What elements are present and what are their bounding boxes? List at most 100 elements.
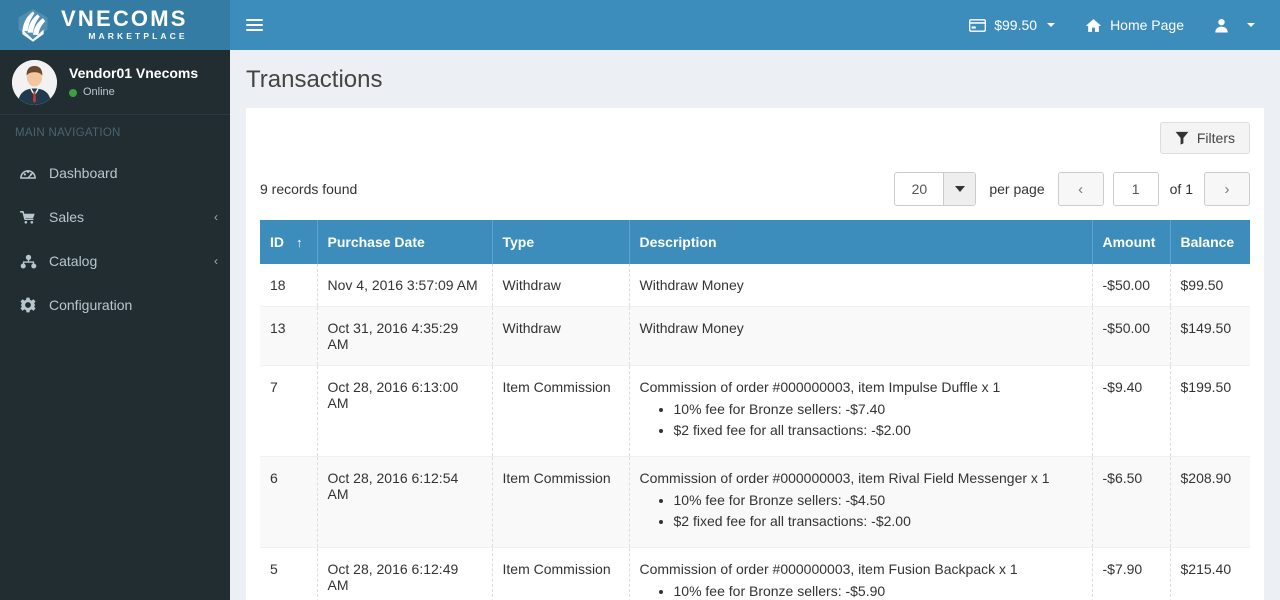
brand-logo-bar[interactable]: VNECOMS MARKETPLACE [0,0,230,50]
cell-purchase-date: Oct 31, 2016 4:35:29 AM [317,306,493,366]
sidebar-toggle-button[interactable] [230,0,278,50]
sidebar-item-chevron: ‹ [214,254,218,268]
table-header: ID ↑ Purchase Date Type Description Amoun… [260,220,1250,264]
chevron-down-icon [943,173,976,205]
sidebar-item-label: Configuration [49,297,133,313]
cell-description: Commission of order #000000003, item Fus… [629,547,1093,600]
cell-description: Withdraw Money [629,264,1093,307]
filters-button-label: Filters [1196,130,1235,146]
fee-item: 10% fee for Bronze sellers: -$4.50 [674,492,1082,508]
table-row[interactable]: 6 Oct 28, 2016 6:12:54 AM Item Commission C… [260,456,1250,548]
content-area: Transactions Filters 9 records found 20 … [230,50,1280,600]
records-found-label: 9 records found [260,181,358,197]
fee-item: $2 fixed fee for all transactions: -$2.0… [674,513,1082,529]
chevron-left-icon: ‹ [1078,180,1084,198]
user-icon [1215,18,1228,33]
per-page-select-value: 20 [911,181,928,197]
table-row[interactable]: 5 Oct 28, 2016 6:12:49 AM Item Commission C… [260,547,1250,600]
credit-card-icon [969,18,987,32]
brand-text: VNECOMS MARKETPLACE [61,7,188,43]
cell-type: Item Commission [492,547,630,600]
description-text: Commission of order #000000003, item Fus… [639,561,1018,577]
cell-balance: $99.50 [1170,264,1250,307]
gear-icon [17,297,39,313]
sidebar-user-info: Vendor01 Vnecoms Online [69,65,198,100]
table-row[interactable]: 18 Nov 4, 2016 3:57:09 AM Withdraw Withdraw… [260,264,1250,307]
cell-purchase-date: Oct 28, 2016 6:13:00 AM [317,365,493,457]
description-text: Commission of order #000000003, item Imp… [639,379,1001,395]
brand-subtitle: MARKETPLACE [88,30,188,41]
transactions-panel: Filters 9 records found 20 per page ‹ 1 … [246,108,1264,600]
cell-description: Withdraw Money [629,306,1093,366]
sort-ascending-icon: ↑ [296,235,303,250]
cell-purchase-date: Nov 4, 2016 3:57:09 AM [317,264,493,307]
table-row[interactable]: 7 Oct 28, 2016 6:13:00 AM Item Commission C… [260,365,1250,457]
cell-amount: -$7.90 [1092,547,1171,600]
cell-type: Withdraw [492,264,630,307]
navbar-balance-menu[interactable]: $99.50 [954,0,1070,50]
toolbar: Filters [260,122,1250,154]
cell-balance: $199.50 [1170,365,1250,457]
description-text: Commission of order #000000003, item Riv… [639,470,1050,486]
total-pages-label: of 1 [1169,181,1193,197]
sidebar-item-label: Sales [49,209,85,225]
cell-amount: -$6.50 [1092,456,1171,548]
navbar-balance-label: $99.50 [994,17,1038,33]
dashboard-icon [17,166,39,181]
page-number-input[interactable] [1112,172,1159,206]
sidebar-user-status-label: Online [83,86,115,99]
sidebar-item-dashboard[interactable]: Dashboard [0,151,230,195]
sidebar-item-catalog[interactable]: Catalog ‹ [0,239,230,283]
table-row[interactable]: 13 Oct 31, 2016 4:35:29 AM Withdraw Withdra… [260,306,1250,366]
page-title: Transactions [246,66,383,93]
table-body: 18 Nov 4, 2016 3:57:09 AM Withdraw Withdraw… [260,264,1250,600]
description-text: Withdraw Money [639,320,744,336]
sidebar-user-panel[interactable]: Vendor01 Vnecoms Online [0,50,230,115]
fee-breakdown-list: 10% fee for Bronze sellers: -$5.90$2 fix… [640,583,1082,600]
sitemap-icon [17,254,39,269]
previous-page-button[interactable]: ‹ [1057,172,1104,206]
fee-breakdown-list: 10% fee for Bronze sellers: -$7.40 $2 fix… [640,401,1082,438]
chevron-down-icon [1247,23,1255,27]
panel-body: Filters 9 records found 20 per page ‹ 1 … [246,108,1264,600]
cell-amount: -$50.00 [1092,264,1171,307]
cell-id: 6 [260,456,318,548]
description-text: Withdraw Money [639,277,744,293]
sidebar-item-label: Catalog [49,253,98,269]
column-header-balance[interactable]: Balance [1170,220,1250,264]
hamburger-icon [245,16,263,34]
cell-id: 7 [260,365,318,457]
chevron-down-icon [1047,23,1056,27]
application-root: VNECOMS MARKETPLACE $99.50 Home Page Ven… [0,0,1280,600]
sidebar: Vendor01 Vnecoms Online MAIN NAVIGATION … [0,50,230,600]
sidebar-user-name: Vendor01 Vnecoms [69,64,199,81]
next-page-button[interactable]: › [1204,172,1250,206]
navbar-user-menu[interactable] [1199,0,1270,50]
per-page-select[interactable]: 20 [894,172,977,206]
sidebar-item-sales[interactable]: Sales ‹ [0,195,230,239]
fee-breakdown-list: 10% fee for Bronze sellers: -$4.50 $2 fix… [640,492,1082,529]
pagination-controls: 20 per page ‹ of 1 › [894,172,1250,206]
vnecoms-leaf-logo-icon [18,9,48,42]
cell-amount: -$50.00 [1092,306,1171,366]
cell-type: Item Commission [492,365,630,457]
filters-button[interactable]: Filters [1159,122,1250,154]
per-page-label: per page [989,181,1045,197]
home-icon [1085,18,1102,32]
sidebar-user-status: Online [69,86,198,99]
online-status-dot-icon [69,88,77,97]
column-header-description[interactable]: Description [629,220,1093,264]
column-header-amount[interactable]: Amount [1092,220,1171,264]
table-header-row: ID ↑ Purchase Date Type Description Amoun… [260,220,1250,264]
cell-balance: $208.90 [1170,456,1250,548]
column-header-id[interactable]: ID ↑ [260,220,318,264]
cell-id: 13 [260,306,318,366]
sidebar-item-configuration[interactable]: Configuration [0,283,230,327]
cell-purchase-date: Oct 28, 2016 6:12:49 AM [317,547,493,600]
navbar-home-page-link[interactable]: Home Page [1070,0,1199,50]
column-header-purchase-date[interactable]: Purchase Date [317,220,493,264]
user-avatar-icon [12,59,57,105]
sidebar-item-label: Dashboard [49,165,118,181]
sidebar-section-header: MAIN NAVIGATION [15,127,121,139]
column-header-type[interactable]: Type [492,220,630,264]
